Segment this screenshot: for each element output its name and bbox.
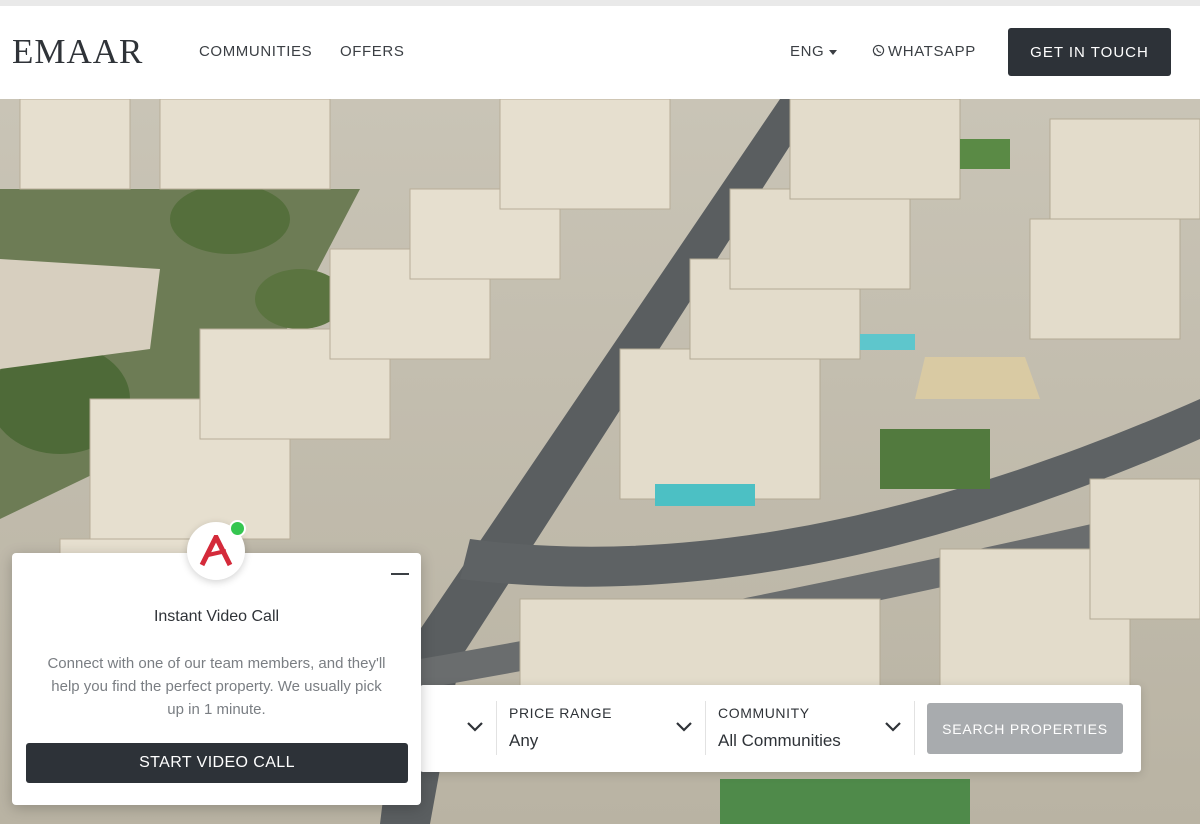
video-call-description: Connect with one of our team members, an… xyxy=(47,655,386,718)
community-label: COMMUNITY xyxy=(718,705,810,721)
price-range-value: Any xyxy=(509,731,539,750)
video-call-widget: Instant Video Call Connect with one of o… xyxy=(12,553,421,805)
emaar-logo[interactable]: EMAAR xyxy=(12,34,143,70)
avatar-letter-logo xyxy=(199,535,233,567)
field-divider xyxy=(914,701,915,755)
get-in-touch-button[interactable]: GET IN TOUCH xyxy=(1008,28,1171,76)
caret-down-icon xyxy=(829,49,838,55)
start-video-call-button[interactable]: START VIDEO CALL xyxy=(26,743,408,783)
video-call-title: Instant Video Call xyxy=(153,608,280,625)
whatsapp-icon xyxy=(872,44,885,57)
whatsapp-link[interactable]: WHATSAPP xyxy=(872,44,976,60)
online-status-indicator xyxy=(229,520,246,537)
minimize-icon xyxy=(391,573,409,575)
nav-link-offers[interactable]: OFFERS xyxy=(340,44,404,60)
whatsapp-label: WHATSAPP xyxy=(888,43,976,60)
location-dropdown[interactable] xyxy=(420,701,496,757)
chevron-down-icon xyxy=(676,722,692,732)
search-properties-button[interactable]: SEARCH PROPERTIES xyxy=(927,703,1123,754)
property-search-bar: PRICE RANGE Any COMMUNITY All Communitie… xyxy=(420,685,1141,772)
language-label: ENG xyxy=(790,43,825,60)
language-selector[interactable]: ENG xyxy=(790,43,838,60)
price-range-label: PRICE RANGE xyxy=(509,705,613,721)
chevron-down-icon xyxy=(885,722,901,732)
price-range-dropdown[interactable]: PRICE RANGE Any xyxy=(497,701,705,757)
community-value: All Communities xyxy=(718,731,841,750)
nav-link-communities[interactable]: COMMUNITIES xyxy=(199,44,312,60)
chevron-down-icon xyxy=(467,722,483,732)
top-navigation: EMAAR COMMUNITIES OFFERS ENG WHATSAPP GE… xyxy=(0,6,1200,99)
community-dropdown[interactable]: COMMUNITY All Communities xyxy=(706,701,914,757)
